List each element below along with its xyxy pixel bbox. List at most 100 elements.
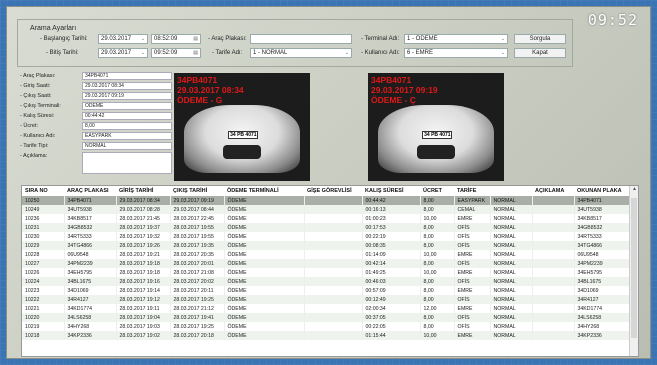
search-panel: Arama Ayarları - Başlangıç Tarihi: 29.03…	[17, 19, 573, 67]
scrollbar-thumb[interactable]	[631, 198, 637, 338]
table-cell: 28.03.2017 19:41	[170, 313, 225, 322]
table-cell: ÖDEME	[224, 205, 305, 214]
table-row[interactable]: 10236 34KB8517 28.03.2017 21:45 28.03.2017 …	[22, 214, 632, 223]
terminal-filter-label: - Terminal Adı:	[361, 36, 400, 42]
column-header[interactable]: TARİFE	[454, 186, 490, 196]
table-cell: EMRE	[454, 268, 491, 277]
table-row[interactable]: 10219 34HY268 28.03.2017 19:03 28.03.2017 1…	[22, 322, 632, 331]
table-cell	[532, 331, 575, 340]
table-row[interactable]: 10218 34KP2336 28.03.2017 19:02 28.03.2017 …	[22, 331, 632, 340]
chevron-down-icon: ⌄	[500, 36, 505, 42]
column-header[interactable]: SIRA NO	[22, 186, 64, 196]
column-header[interactable]: AÇIKLAMA	[532, 186, 574, 196]
table-row[interactable]: 10223 34D1069 28.03.2017 19:14 28.03.2017 2…	[22, 286, 632, 295]
table-cell	[532, 313, 575, 322]
table-row[interactable]: 10249 34UT5938 29.03.2017 08:28 29.03.2017 …	[22, 205, 632, 214]
chevron-down-icon: ⌄	[500, 50, 505, 56]
scroll-up-icon[interactable]: ▲	[630, 186, 638, 195]
column-header[interactable]: KALIŞ SÜRESİ	[362, 186, 420, 196]
end-date-picker[interactable]: 29.03.2017 ⌄	[98, 48, 148, 58]
table-row[interactable]: 10222 34R4127 28.03.2017 19:12 28.03.2017 1…	[22, 295, 632, 304]
end-time-picker[interactable]: 09:52:09 ▤	[151, 48, 201, 58]
table-cell: 34EH5795	[64, 268, 117, 277]
user-select[interactable]: 6 - EMRE ⌄	[404, 48, 508, 58]
table-cell: 28.03.2017 20:02	[170, 277, 225, 286]
table-cell: ÖDEME	[224, 322, 305, 331]
search-button[interactable]: Sorgula	[514, 34, 566, 44]
table-cell: 01:49:25	[362, 268, 421, 277]
table-cell	[304, 313, 363, 322]
column-header[interactable]: ÖDEME TERMİNALİ	[224, 186, 304, 196]
table-row[interactable]: 10231 34GB8532 28.03.2017 19:37 28.03.2017 …	[22, 223, 632, 232]
table-row[interactable]: 10226 34EH5795 28.03.2017 19:18 28.03.2017 …	[22, 268, 632, 277]
table-cell: 10226	[22, 268, 65, 277]
table-cell: 34LS6258	[64, 313, 117, 322]
table-cell: NORMAL	[490, 277, 533, 286]
table-cell: 10218	[22, 331, 65, 340]
start-time-picker[interactable]: 08:52:09 ▤	[151, 34, 201, 44]
table-cell: EMRE	[454, 214, 491, 223]
chevron-down-icon: ⌄	[140, 36, 145, 42]
table-row[interactable]: 10250 34PB4071 29.03.2017 08:34 29.03.2017 …	[22, 196, 632, 205]
vertical-scrollbar[interactable]: ▲	[629, 186, 638, 356]
table-cell: 34HY268	[574, 322, 632, 331]
table-cell	[304, 322, 363, 331]
table-cell: 8,00	[420, 322, 455, 331]
column-header[interactable]: ÜCRET	[420, 186, 454, 196]
table-cell: 06U9548	[574, 250, 632, 259]
table-cell: 28.03.2017 19:25	[170, 295, 225, 304]
table-cell: ÖDEME	[224, 259, 305, 268]
plate-filter-input[interactable]	[250, 34, 352, 44]
table-cell: ÖDEME	[224, 232, 305, 241]
table-cell: EMRE	[454, 250, 491, 259]
table-cell: 10,00	[420, 250, 455, 259]
table-cell	[304, 214, 363, 223]
detail-duration-value: 00:44:42	[82, 112, 172, 120]
close-button[interactable]: Kapat	[514, 48, 566, 58]
tariff-select[interactable]: 1 - NORMAL ⌄	[250, 48, 352, 58]
table-cell: 00:22:05	[362, 322, 421, 331]
spinner-icon: ▤	[193, 36, 198, 42]
photo-time-overlay: 29.03.2017 09:19	[371, 85, 438, 95]
table-cell: ÖDEME	[224, 295, 305, 304]
table-cell: ÖDEME	[224, 241, 305, 250]
photo-terminal-overlay: ÖDEME - Ç	[371, 95, 416, 105]
table-cell: 34PM2239	[574, 259, 632, 268]
table-row[interactable]: 10230 34RT5333 28.03.2017 19:32 28.03.2017 …	[22, 232, 632, 241]
table-cell: 28.03.2017 19:16	[116, 277, 171, 286]
table-cell: 34KP2336	[574, 331, 632, 340]
table-cell: 00:42:14	[362, 259, 421, 268]
car-plate-image: 34 PB 4071	[422, 131, 453, 139]
start-date-picker[interactable]: 29.03.2017 ⌄	[98, 34, 148, 44]
column-header[interactable]: OKUNAN PLAKA	[574, 186, 631, 196]
column-header[interactable]: GİŞE GÖREVLİSİ	[304, 186, 362, 196]
table-cell	[532, 250, 575, 259]
table-cell: 8,00	[420, 205, 455, 214]
column-header[interactable]: ARAÇ PLAKASI	[64, 186, 116, 196]
table-cell: 10,00	[420, 214, 455, 223]
table-row[interactable]: 10224 34BL1675 28.03.2017 19:16 28.03.2017 …	[22, 277, 632, 286]
table-cell: 10222	[22, 295, 65, 304]
table-cell	[304, 286, 363, 295]
column-header[interactable]: ÇIKIŞ TARİHİ	[170, 186, 224, 196]
detail-label: - Çıkış Terminali:	[20, 103, 61, 109]
table-row[interactable]: 10220 34LS6258 28.03.2017 19:04 28.03.2017 …	[22, 313, 632, 322]
column-header[interactable]	[490, 186, 532, 196]
table-cell: 28.03.2017 20:18	[170, 331, 225, 340]
detail-note-value	[82, 152, 172, 174]
table-cell: 34UT5938	[64, 205, 117, 214]
table-row[interactable]: 10229 34TG4866 28.03.2017 19:26 28.03.2017 …	[22, 241, 632, 250]
table-row[interactable]: 10221 34KD1774 28.03.2017 19:11 28.03.2017 …	[22, 304, 632, 313]
table-cell: 34PB4071	[64, 196, 117, 205]
column-header[interactable]: GİRİŞ TARİHİ	[116, 186, 170, 196]
photo-plate-overlay: 34PB4071	[371, 75, 412, 85]
table-cell: 28.03.2017 20:35	[170, 250, 225, 259]
chevron-down-icon: ⌄	[344, 50, 349, 56]
table-row[interactable]: 10228 06U9548 28.03.2017 19:21 28.03.2017 2…	[22, 250, 632, 259]
table-cell: 28.03.2017 20:11	[170, 286, 225, 295]
table-cell: 34KD1774	[574, 304, 632, 313]
table-row[interactable]: 10227 34PM2239 28.03.2017 19:18 28.03.2017 …	[22, 259, 632, 268]
table-cell: OFİS	[454, 241, 491, 250]
table-cell: 34BL1675	[574, 277, 632, 286]
terminal-select[interactable]: 1 - ÖDEME ⌄	[404, 34, 508, 44]
